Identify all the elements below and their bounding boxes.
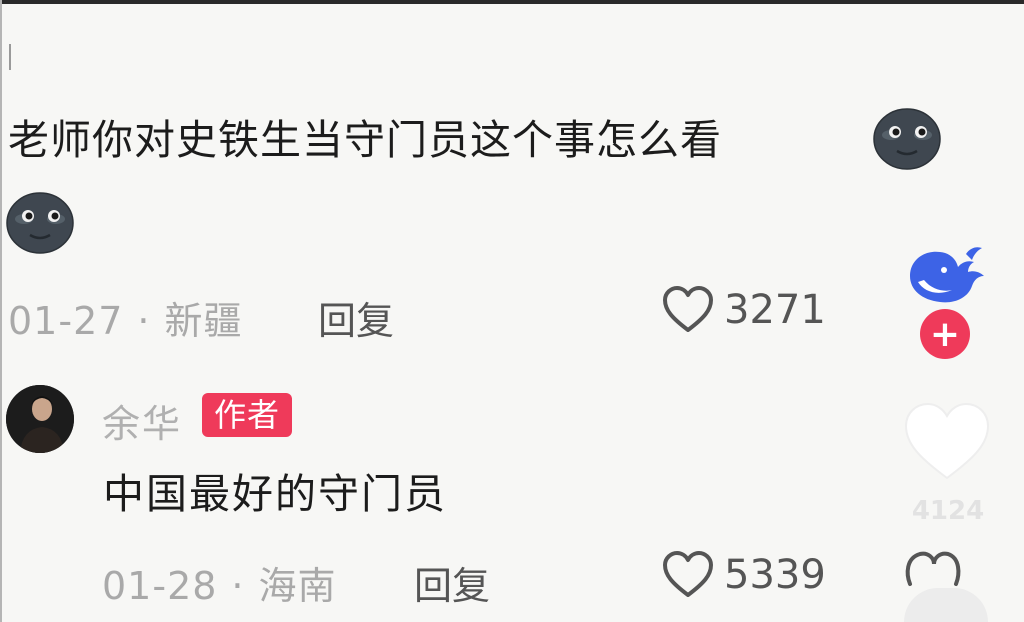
heart-outline-icon: [663, 286, 713, 332]
heart-filled-icon[interactable]: [902, 400, 992, 482]
rail-more-button[interactable]: [904, 588, 988, 622]
comment-meta: 01-27 · 新疆: [8, 290, 243, 345]
meta-separator: ·: [231, 564, 245, 608]
comment-location: 新疆: [164, 299, 243, 343]
top-border: [0, 0, 1024, 4]
reply-button[interactable]: 回复: [318, 290, 394, 345]
author-reply-like-count: 5339: [724, 552, 826, 598]
text-caret: [9, 44, 11, 70]
comment-date: 01-27: [8, 299, 124, 343]
follow-button[interactable]: +: [920, 309, 970, 359]
author-avatar[interactable]: [6, 385, 74, 453]
author-reply-meta: 01-28 · 海南: [102, 555, 337, 610]
author-reply-like-button[interactable]: 5339: [662, 551, 826, 599]
comment-text: 老师你对史铁生当守门员这个事怎么看: [8, 116, 722, 164]
comment-like-button[interactable]: 3271: [662, 286, 826, 334]
whale-logo-icon[interactable]: [904, 242, 988, 308]
meta-separator: ·: [137, 299, 151, 343]
author-reply-location: 海南: [258, 564, 337, 608]
left-border: [0, 0, 2, 622]
author-reply-date: 01-28: [102, 564, 218, 608]
author-reply-text: 中国最好的守门员: [103, 470, 447, 518]
dark-moon-face-icon: [6, 192, 74, 254]
reply-button[interactable]: 回复: [414, 555, 490, 610]
comment-icon[interactable]: [904, 548, 962, 588]
rail-like-count: 4124: [911, 496, 985, 526]
comment-like-count: 3271: [724, 287, 826, 333]
heart-outline-icon: [663, 551, 713, 597]
author-name[interactable]: 余华: [102, 393, 182, 448]
author-badge: 作者: [202, 393, 293, 437]
dark-moon-face-icon: [873, 108, 941, 170]
